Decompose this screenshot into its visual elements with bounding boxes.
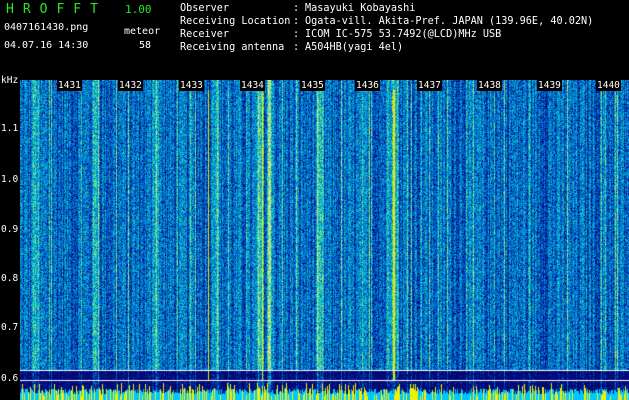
y-tick-label: 0.8: [1, 273, 19, 284]
time-tick-label: 1435: [300, 80, 325, 91]
time-tick-label: 1436: [355, 80, 380, 91]
y-axis-unit: kHz: [1, 75, 19, 86]
info-value: Ogata-vill. Akita-Pref. JAPAN (139.96E, …: [305, 16, 594, 27]
app-version: 1.00: [125, 3, 152, 16]
time-tick-label: 1437: [417, 80, 442, 91]
y-tick-label: 0.9: [1, 224, 19, 235]
spectrogram-canvas: [20, 80, 629, 400]
info-key: Receiving Location: [180, 16, 291, 27]
y-tick-label: 1.0: [1, 174, 19, 185]
app-name: HROFFT: [6, 2, 107, 17]
time-tick-label: 1431: [57, 80, 82, 91]
time-tick-label: 1432: [118, 80, 143, 91]
info-key: Receiver: [180, 29, 230, 40]
info-key: Observer: [180, 3, 230, 14]
y-tick-label: 1.1: [1, 123, 19, 134]
info-value: Masayuki Kobayashi: [305, 3, 416, 14]
info-value: ICOM IC-575 53.7492(@LCD)MHz USB: [305, 29, 502, 40]
info-key: Receiving antenna: [180, 42, 285, 53]
time-tick-label: 1438: [477, 80, 502, 91]
date-time: 04.07.16 14:30: [4, 40, 89, 51]
info-row-location: Receiving Location: Ogata-vill. Akita-Pre…: [180, 16, 594, 27]
meteor-label: meteor: [124, 26, 161, 37]
y-tick-label: 0.6: [1, 373, 19, 384]
info-row-receiver: Receiver: ICOM IC-575 53.7492(@LCD)MHz US…: [180, 29, 502, 40]
y-tick-label: 0.7: [1, 322, 19, 333]
info-value: A504HB(yagi 4el): [305, 42, 404, 53]
time-tick-label: 1434: [240, 80, 265, 91]
time-tick-label: 1440: [596, 80, 621, 91]
meteor-count: 58: [139, 40, 152, 51]
time-tick-label: 1439: [537, 80, 562, 91]
header-panel: HROFFT 1.00 0407161430.png 04.07.16 14:3…: [0, 0, 629, 80]
info-row-antenna: Receiving antenna: A504HB(yagi 4el): [180, 42, 404, 53]
time-tick-label: 1433: [179, 80, 204, 91]
file-name: 0407161430.png: [4, 22, 89, 33]
info-row-observer: Observer: Masayuki Kobayashi: [180, 3, 416, 14]
